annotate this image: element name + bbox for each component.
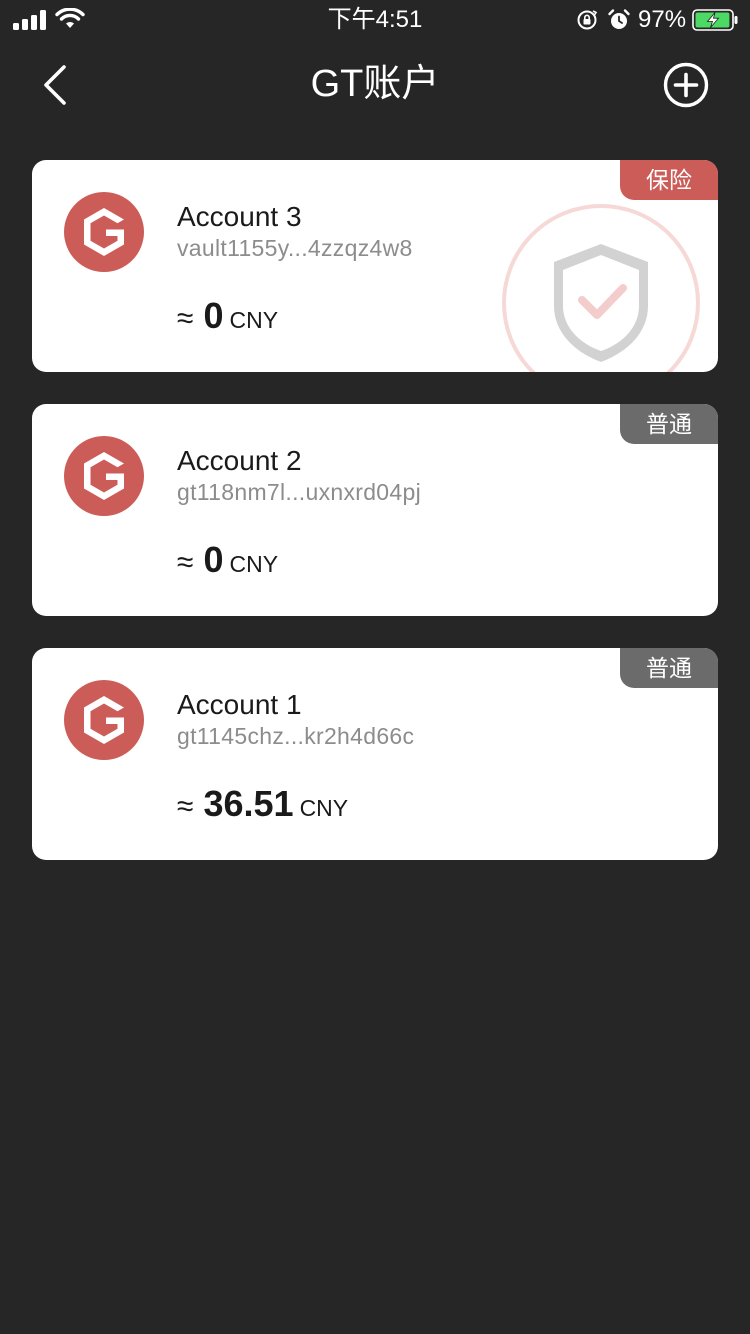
- account-type-badge: 保险: [620, 160, 718, 200]
- account-card[interactable]: Account 2 gt118nm7l...uxnxrd04pj ≈0 CNY 普…: [32, 404, 718, 616]
- approx-symbol: ≈: [177, 790, 194, 823]
- account-address: gt1145chz...kr2h4d66c: [177, 723, 415, 749]
- status-bar: 下午4:51 97%: [0, 0, 750, 40]
- balance-amount: 0: [203, 295, 224, 336]
- alarm-icon: [608, 9, 630, 29]
- account-name: Account 1: [177, 689, 302, 720]
- gt-logo-icon: [64, 192, 144, 272]
- account-balance: ≈36.51 CNY: [177, 776, 348, 832]
- account-type-badge: 普通: [620, 648, 718, 688]
- account-name: Account 3: [177, 201, 302, 232]
- shield-check-icon: [502, 204, 700, 372]
- battery-percent: 97%: [638, 6, 687, 33]
- approx-symbol: ≈: [177, 302, 194, 335]
- account-balance: ≈0 CNY: [177, 532, 278, 588]
- balance-currency: CNY: [229, 307, 279, 333]
- account-address: gt118nm7l...uxnxrd04pj: [177, 479, 421, 505]
- account-card[interactable]: Account 1 gt1145chz...kr2h4d66c ≈36.51 CN…: [32, 648, 718, 860]
- account-type-badge: 普通: [620, 404, 718, 444]
- account-card[interactable]: Account 3 vault1155y...4zzqz4w8 ≈0 CNY 保险: [32, 160, 718, 372]
- page-title: GT账户: [310, 63, 440, 105]
- battery-charging-icon: [692, 9, 738, 31]
- orientation-lock-icon: [577, 10, 598, 30]
- balance-currency: CNY: [229, 551, 279, 577]
- approx-symbol: ≈: [177, 546, 194, 579]
- balance-amount: 36.51: [203, 783, 294, 824]
- add-account-button[interactable]: [663, 62, 709, 108]
- account-address: vault1155y...4zzqz4w8: [177, 235, 413, 261]
- account-balance: ≈0 CNY: [177, 288, 278, 344]
- gt-logo-icon: [64, 680, 144, 760]
- balance-currency: CNY: [299, 795, 349, 821]
- account-name: Account 2: [177, 445, 302, 476]
- gt-logo-icon: [64, 436, 144, 516]
- balance-amount: 0: [203, 539, 224, 580]
